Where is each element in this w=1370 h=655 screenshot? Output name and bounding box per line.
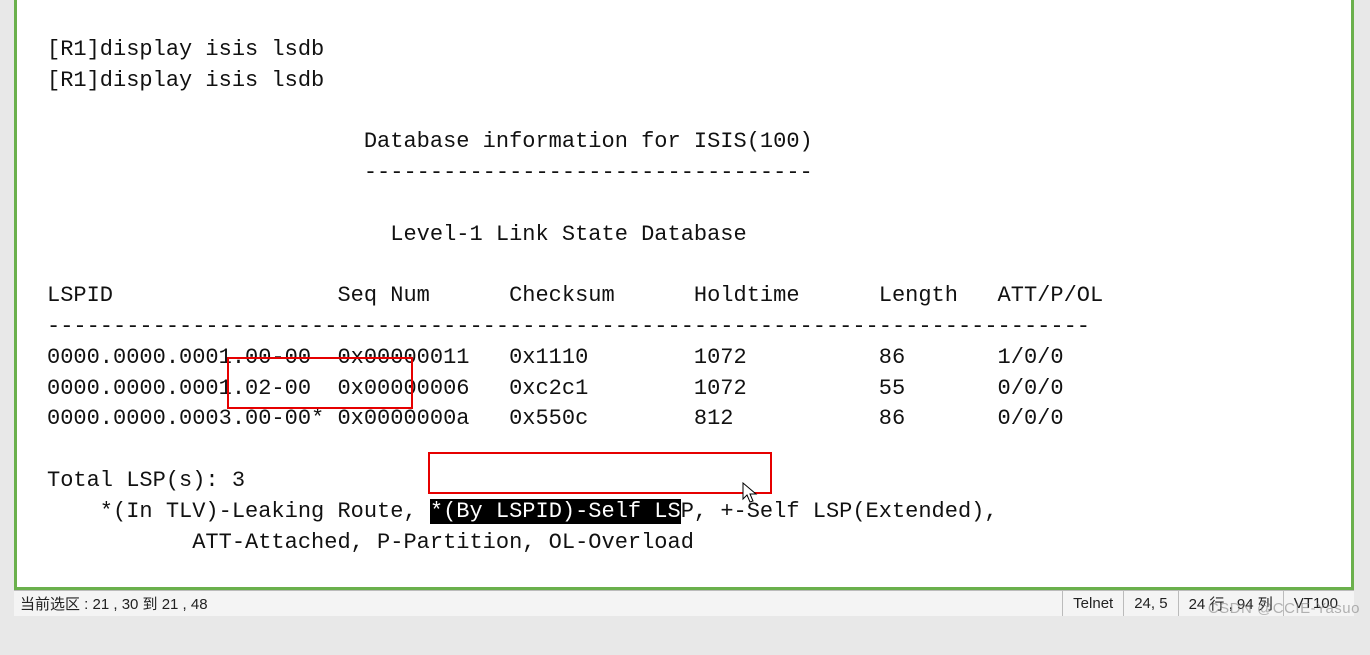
db-heading-underline: ----------------------------------: [47, 160, 813, 185]
legend-text: *(In TLV)-Leaking Route,: [47, 499, 430, 524]
level-heading: Level-1 Link State Database: [47, 222, 747, 247]
lsdb-row: 0000.0000.0001.00-00 0x00000011 0x1110 1…: [47, 345, 1064, 370]
legend-text: P, +-Self LSP(Extended),: [681, 499, 998, 524]
status-cursor-pos: 24, 5: [1123, 591, 1177, 616]
lsdb-row: 0000.0000.0001.02-00 0x00000006 0xc2c1 1…: [47, 376, 1064, 401]
total-lsp: Total LSP(s): 3: [47, 468, 245, 493]
terminal-output[interactable]: [R1]display isis lsdb [R1]display isis l…: [17, 0, 1351, 655]
lsdb-row: 0000.0000.0003.00-00* 0x0000000a 0x550c …: [47, 406, 1064, 431]
db-heading: Database information for ISIS(100): [47, 129, 813, 154]
column-headers: LSPID Seq Num Checksum Holdtime Length A…: [47, 283, 1103, 308]
cmd-line: [R1]display isis lsdb: [47, 68, 324, 93]
legend-line: *(In TLV)-Leaking Route, *(By LSPID)-Sel…: [47, 499, 998, 524]
column-underline: ----------------------------------------…: [47, 314, 1090, 339]
cmd-line: [R1]display isis lsdb: [47, 37, 324, 62]
legend-line: ATT-Attached, P-Partition, OL-Overload: [47, 530, 694, 555]
watermark-text: CSDN @CCIE-Yasuo: [1208, 600, 1360, 617]
terminal-window: [R1]display isis lsdb [R1]display isis l…: [14, 0, 1354, 590]
selected-text[interactable]: *(By LSPID)-Self LS: [430, 499, 681, 524]
status-selection: 当前选区 : 21 , 30 到 21 , 48: [20, 593, 208, 614]
status-protocol: Telnet: [1062, 591, 1123, 616]
status-bar: 当前选区 : 21 , 30 到 21 , 48 Telnet 24, 5 24…: [14, 590, 1354, 616]
